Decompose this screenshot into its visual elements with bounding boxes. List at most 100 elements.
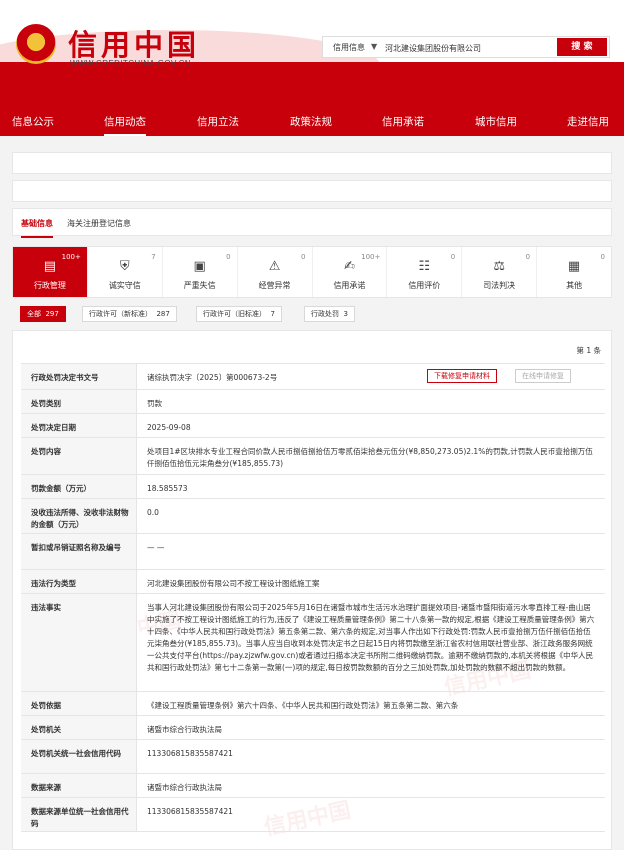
category-honest[interactable]: ⛨ 7 诚实守信 — [88, 247, 163, 297]
filter-label: 行政许可（旧标准） — [203, 310, 266, 318]
field-value: 113306815835587421 — [147, 807, 233, 816]
field-label: 数据来源 — [21, 774, 137, 797]
field-value: 0.0 — [147, 508, 159, 517]
info-tabs: 基础信息 海关注册登记信息 — [12, 208, 612, 238]
nav-item-city-credit[interactable]: 城市信用 — [475, 114, 517, 129]
field-value: 2025-09-08 — [147, 423, 191, 432]
table-row: 违法事实 当事人河北建设集团股份有限公司于2025年5月16日在诸暨市城市生活污… — [21, 594, 605, 692]
record-index: 第 1 条 — [576, 346, 601, 355]
table-row: 违法行为类型 河北建设集团股份有限公司不按工程设计图纸施工案 — [21, 570, 605, 594]
site-url: WWW.CREDITCHINA.GOV.CN — [70, 59, 191, 68]
field-label: 行政处罚决定书文号 — [21, 364, 137, 389]
field-value: 《建设工程质量管理条例》第六十四条、《中华人民共和国行政处罚法》第五条第二款、第… — [147, 701, 459, 710]
category-judicial[interactable]: ⚖ 0 司法判决 — [462, 247, 538, 297]
filter-all[interactable]: 全部 297 — [20, 306, 66, 322]
table-row: 数据来源 诸暨市综合行政执法局 — [21, 774, 605, 798]
other-icon: ▦ — [567, 258, 581, 274]
search-input[interactable] — [385, 40, 555, 56]
field-label: 暂扣或吊销证照名称及编号 — [21, 534, 137, 569]
field-label: 数据来源单位统一社会信用代码 — [21, 798, 137, 831]
category-serious-dishonest[interactable]: ▣ 0 严重失信 — [163, 247, 238, 297]
record-table: 行政处罚决定书文号 诸综执罚决字〔2025〕第000673-2号 下载修复申请材… — [21, 363, 605, 832]
nav-item-info-disclosure[interactable]: 信息公示 — [12, 114, 54, 129]
table-row: 处罚内容 处项目1#区块排水专业工程合同价款人民币捌佰捌拾伍万零贰佰柒拾叁元伍分… — [21, 438, 605, 475]
field-label: 处罚依据 — [21, 692, 137, 715]
nav-item-credit-legislation[interactable]: 信用立法 — [197, 114, 239, 129]
field-label: 违法事实 — [21, 594, 137, 691]
category-credit-promise[interactable]: ✍ 100+ 信用承诺 — [313, 247, 388, 297]
field-value: 罚款 — [147, 399, 162, 408]
alarm-icon: ⚠ — [268, 258, 281, 274]
field-value: 诸暨市综合行政执法局 — [147, 783, 222, 792]
table-row: 没收违法所得、没收非法财物的金额（万元） 0.0 — [21, 499, 605, 534]
main-nav: 信息公示 信用动态 信用立法 政策法规 信用承诺 城市信用 走进信用 — [0, 106, 624, 136]
field-value: 诸综执罚决字〔2025〕第000673-2号 下载修复申请材料 在线申请修复 — [137, 364, 605, 389]
tab-customs-registration[interactable]: 海关注册登记信息 — [67, 218, 131, 229]
field-value: 113306815835587421 — [147, 749, 233, 758]
category-label: 司法判决 — [483, 281, 516, 290]
field-label: 处罚机关 — [21, 716, 137, 739]
nav-item-about-credit[interactable]: 走进信用 — [567, 114, 609, 129]
judgment-icon: ⚖ — [493, 258, 506, 274]
table-row: 罚款金额（万元） 18.585573 — [21, 475, 605, 499]
site-logo-text[interactable]: 信用中国 — [68, 22, 200, 64]
tab-basic-info[interactable]: 基础信息 — [21, 218, 53, 238]
company-detail-panel — [12, 180, 612, 202]
filter-penalty[interactable]: 行政处罚 3 — [304, 306, 355, 322]
table-row: 处罚类别 罚款 — [21, 390, 605, 414]
penalty-record-panel: 第 1 条 信用中国 信用中国 信用中国 行政处罚决定书文号 诸综执罚决字〔20… — [12, 330, 612, 850]
field-label: 处罚决定日期 — [21, 414, 137, 437]
nav-item-policies[interactable]: 政策法规 — [290, 114, 332, 129]
category-label: 信用评价 — [408, 281, 441, 290]
nav-item-credit-news[interactable]: 信用动态 — [104, 114, 146, 136]
category-other[interactable]: ▦ 0 其他 — [537, 247, 611, 297]
table-row: 数据来源单位统一社会信用代码 113306815835587421 — [21, 798, 605, 832]
field-value: 当事人河北建设集团股份有限公司于2025年5月16日在诸暨市城市生活污水治理扩面… — [147, 603, 595, 672]
category-label: 诚实守信 — [108, 281, 141, 290]
filter-bar: 全部 297 行政许可（新标准） 287 行政许可（旧标准） 7 行政处罚 3 — [12, 303, 612, 325]
category-label: 信用承诺 — [333, 281, 366, 290]
table-row: 处罚决定日期 2025-09-08 — [21, 414, 605, 438]
category-bar: ▤ 100+ 行政管理 ⛨ 7 诚实守信 ▣ 0 严重失信 ⚠ 0 经营异常 ✍… — [12, 246, 612, 298]
category-label: 严重失信 — [183, 281, 216, 290]
filter-count: 7 — [270, 310, 275, 318]
field-label: 处罚内容 — [21, 438, 137, 474]
table-row: 处罚机关 诸暨市综合行政执法局 — [21, 716, 605, 740]
search-bar: 信用信息 ▼ 搜 索 — [322, 36, 610, 58]
filter-label: 行政处罚 — [311, 310, 339, 318]
category-abnormal-operation[interactable]: ⚠ 0 经营异常 — [238, 247, 313, 297]
site-header: 信用中国 WWW.CREDITCHINA.GOV.CN 信用信息 ▼ 搜 索 — [0, 0, 624, 106]
category-count: 0 — [226, 253, 231, 261]
national-emblem-icon — [16, 24, 56, 64]
field-label: 处罚机关统一社会信用代码 — [21, 740, 137, 773]
nav-item-credit-commitment[interactable]: 信用承诺 — [382, 114, 424, 129]
search-type-select[interactable]: 信用信息 — [333, 42, 365, 53]
field-value-text: 诸综执罚决字〔2025〕第000673-2号 — [147, 373, 278, 382]
table-row: 暂扣或吊销证照名称及编号 — — — [21, 534, 605, 570]
filter-license-new[interactable]: 行政许可（新标准） 287 — [82, 306, 177, 322]
shield-icon: ⛨ — [119, 258, 130, 274]
admin-doc-icon: ▤ — [43, 258, 57, 274]
id-card-icon: ▣ — [193, 258, 206, 274]
chevron-down-icon[interactable]: ▼ — [371, 42, 377, 51]
search-button[interactable]: 搜 索 — [557, 38, 607, 56]
field-label: 罚款金额（万元） — [21, 475, 137, 498]
filter-count: 287 — [156, 310, 170, 318]
category-label: 经营异常 — [258, 281, 291, 290]
category-admin-management[interactable]: ▤ 100+ 行政管理 — [13, 247, 88, 297]
category-count: 100+ — [61, 253, 81, 261]
download-repair-materials-button[interactable]: 下载修复申请材料 — [427, 369, 497, 383]
category-count: 0 — [600, 253, 605, 261]
table-row: 处罚机关统一社会信用代码 113306815835587421 — [21, 740, 605, 774]
table-row: 处罚依据 《建设工程质量管理条例》第六十四条、《中华人民共和国行政处罚法》第五条… — [21, 692, 605, 716]
filter-label: 全部 — [27, 310, 41, 318]
filter-license-old[interactable]: 行政许可（旧标准） 7 — [196, 306, 282, 322]
category-count: 100+ — [361, 253, 381, 261]
online-repair-button[interactable]: 在线申请修复 — [515, 369, 571, 383]
field-value: 河北建设集团股份有限公司不按工程设计图纸施工案 — [147, 579, 320, 588]
field-value: 诸暨市综合行政执法局 — [147, 725, 222, 734]
category-label: 行政管理 — [33, 281, 66, 290]
field-value: 18.585573 — [147, 484, 188, 493]
field-value: 处项目1#区块排水专业工程合同价款人民币捌佰捌拾伍万零贰佰柒拾叁元伍分(¥8,8… — [147, 447, 593, 468]
category-credit-evaluation[interactable]: ☷ 0 信用评价 — [387, 247, 463, 297]
